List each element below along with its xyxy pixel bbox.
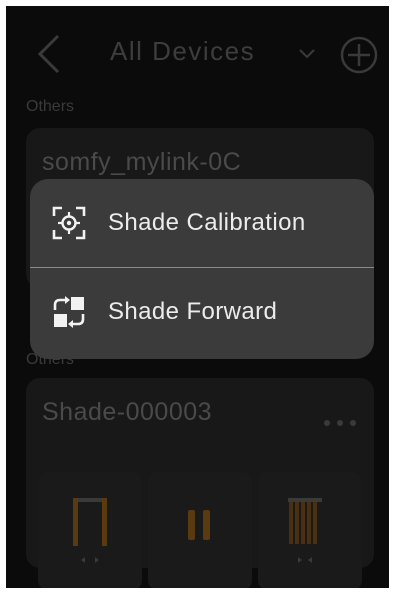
device-name: Shade-000003	[42, 398, 213, 426]
shade-pause-control[interactable]	[148, 472, 252, 588]
device-card[interactable]: Shade-000003	[26, 378, 374, 588]
section-label: Others	[26, 98, 75, 115]
shade-close-icon	[288, 498, 322, 563]
forward-icon	[53, 296, 85, 328]
page-title: All Devices	[110, 36, 256, 66]
header: All Devices	[6, 6, 389, 94]
shade-open-icon	[73, 498, 107, 563]
shade-close-control[interactable]	[258, 472, 362, 588]
menu-item-label: Shade Calibration	[108, 209, 306, 236]
more-icon[interactable]	[322, 418, 358, 428]
menu-item-label: Shade Forward	[108, 298, 278, 325]
popup-menu: Shade Calibration Shade Forward	[30, 179, 374, 359]
back-icon[interactable]	[32, 32, 66, 76]
add-icon[interactable]	[339, 35, 379, 75]
app-screen: All Devices Others somfy_mylink-0C Other…	[6, 6, 389, 588]
shade-open-control[interactable]	[38, 472, 142, 588]
pause-icon	[188, 510, 210, 540]
device-name: somfy_mylink-0C	[42, 148, 242, 176]
menu-item-shade-forward[interactable]: Shade Forward	[30, 268, 374, 356]
calibration-icon	[52, 206, 86, 240]
menu-item-shade-calibration[interactable]: Shade Calibration	[30, 179, 374, 267]
chevron-down-icon[interactable]	[298, 48, 316, 60]
